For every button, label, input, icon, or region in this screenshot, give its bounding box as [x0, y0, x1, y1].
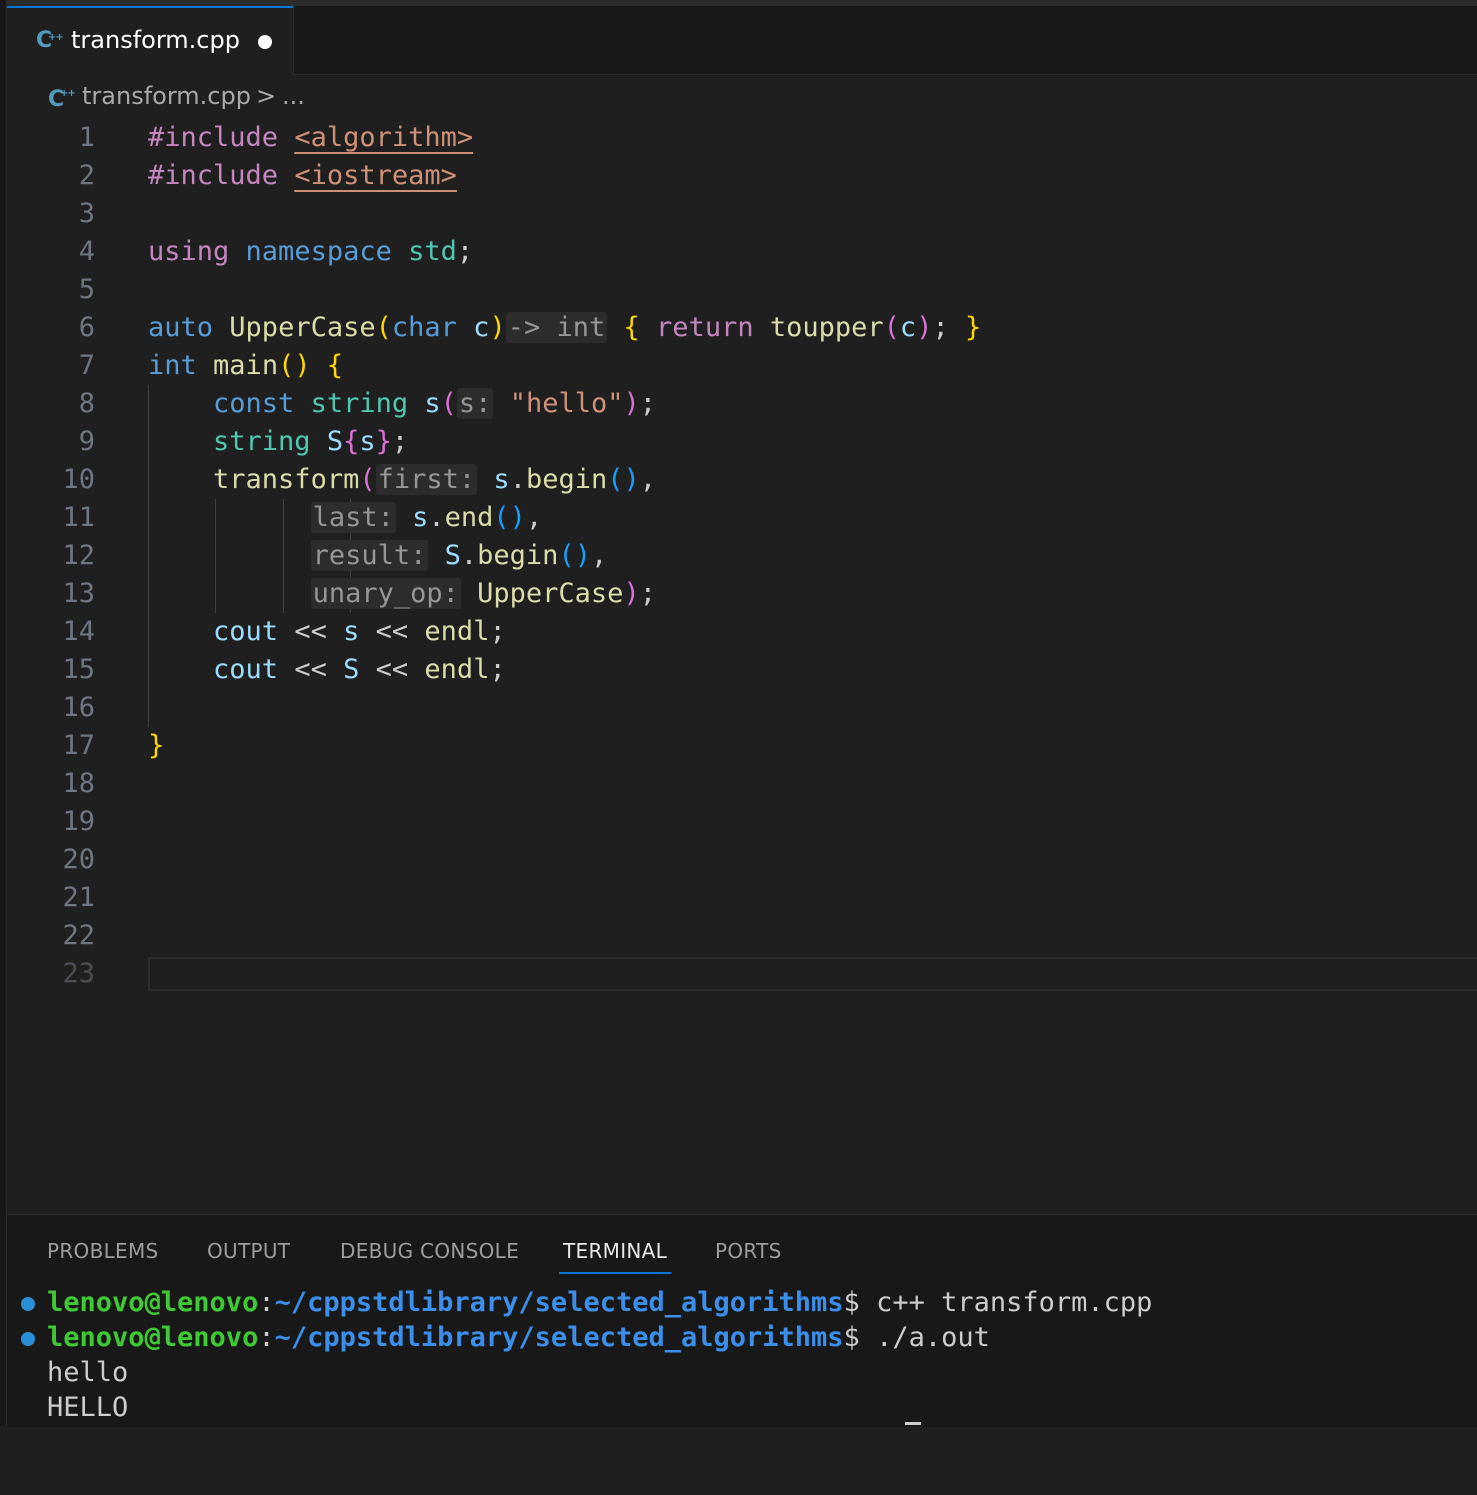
code-line: 2 #include <iostream>	[7, 157, 1477, 195]
inlay-hint: first:	[375, 464, 478, 495]
code-line: 6 auto UpperCase(char c)-> int { return t…	[7, 309, 1477, 347]
code-line: 23	[7, 955, 1477, 993]
code-line: 17}	[7, 727, 1477, 765]
tab-transform-cpp[interactable]: C ++ transform.cpp	[7, 6, 294, 75]
code-line: 18	[7, 765, 1477, 803]
terminal-line[interactable]: lenovo@lenovo:~/cppstdlibrary/selected_a…	[7, 1320, 1477, 1355]
code-line: 3	[7, 195, 1477, 233]
unsaved-dot-icon[interactable]	[258, 35, 272, 49]
line-number: 13	[62, 578, 95, 609]
code-line: 12 result: S.begin(),	[7, 537, 1477, 575]
tab-debug-console[interactable]: DEBUG CONSOLE	[340, 1239, 519, 1263]
code-line: 20	[7, 841, 1477, 879]
terminal-output: HELLO	[47, 1392, 129, 1423]
code-line: 1 #include <algorithm>	[7, 119, 1477, 157]
line-number: 3	[78, 198, 95, 229]
tab-label: transform.cpp	[71, 26, 240, 54]
chevron-right-icon: >	[256, 82, 277, 110]
breadcrumb-symbols[interactable]: ...	[282, 82, 305, 110]
line-number: 9	[78, 426, 95, 457]
cpp-file-icon: C ++	[36, 28, 64, 53]
line-number: 14	[62, 616, 95, 647]
line-number: 10	[62, 464, 95, 495]
line-number: 18	[62, 768, 95, 799]
line-number: 19	[62, 806, 95, 837]
code-line: 10 transform(first: s.begin(),	[7, 461, 1477, 499]
command-decoration-icon[interactable]	[21, 1332, 35, 1346]
code-line: 7 int main() {	[7, 347, 1477, 385]
line-number: 8	[78, 388, 95, 419]
line-number: 16	[62, 692, 95, 723]
line-number: 20	[62, 844, 95, 875]
code-line: 19	[7, 803, 1477, 841]
code-line: 11 last: s.end(),	[7, 499, 1477, 537]
code-line: 22	[7, 917, 1477, 955]
active-tab-indicator	[559, 1272, 671, 1274]
line-number: 7	[78, 350, 95, 381]
tab-output[interactable]: OUTPUT	[207, 1239, 290, 1263]
command-decoration-icon[interactable]	[21, 1297, 35, 1311]
activity-edge	[0, 0, 7, 1426]
line-number: 21	[62, 882, 95, 913]
terminal-cursor	[905, 1422, 921, 1425]
code-line: 8 const string s(s: "hello");	[7, 385, 1477, 423]
code-line: 9 string S{s};	[7, 423, 1477, 461]
line-number: 6	[78, 312, 95, 343]
editor-tab-bar: C ++ transform.cpp	[7, 6, 1477, 75]
line-number: 17	[62, 730, 95, 761]
inlay-hint: last:	[310, 502, 396, 533]
tab-terminal[interactable]: TERMINAL	[563, 1239, 667, 1263]
code-line: 15 cout << S << endl;	[7, 651, 1477, 689]
line-number: 5	[78, 274, 95, 305]
terminal-output: hello	[47, 1357, 129, 1388]
line-number: 2	[78, 160, 95, 191]
bottom-panel: PROBLEMS OUTPUT DEBUG CONSOLE TERMINAL P…	[7, 1214, 1477, 1427]
line-number: 15	[62, 654, 95, 685]
line-number: 11	[62, 502, 95, 533]
code-line: 14 cout << s << endl;	[7, 613, 1477, 651]
tab-ports[interactable]: PORTS	[715, 1239, 782, 1263]
inlay-hint: -> int	[505, 312, 608, 343]
cpp-file-icon: C ++	[48, 87, 76, 112]
inlay-hint: result:	[310, 540, 429, 571]
code-editor[interactable]: 1 #include <algorithm> 2 #include <iostrea…	[7, 119, 1477, 1209]
breadcrumb-file[interactable]: transform.cpp	[82, 82, 251, 110]
inlay-hint: s:	[456, 388, 494, 419]
code-line: 4 using namespace std;	[7, 233, 1477, 271]
line-number: 22	[62, 920, 95, 951]
code-line: 21	[7, 879, 1477, 917]
tab-problems[interactable]: PROBLEMS	[47, 1239, 159, 1263]
code-line: 16	[7, 689, 1477, 727]
terminal-line[interactable]: lenovo@lenovo:~/cppstdlibrary/selected_a…	[7, 1285, 1477, 1320]
line-number: 1	[78, 122, 95, 153]
line-number: 12	[62, 540, 95, 571]
code-line: 13 unary_op: UpperCase);	[7, 575, 1477, 613]
line-number: 23	[62, 958, 95, 989]
line-number: 4	[78, 236, 95, 267]
inlay-hint: unary_op:	[310, 578, 461, 609]
code-line: 5	[7, 271, 1477, 309]
